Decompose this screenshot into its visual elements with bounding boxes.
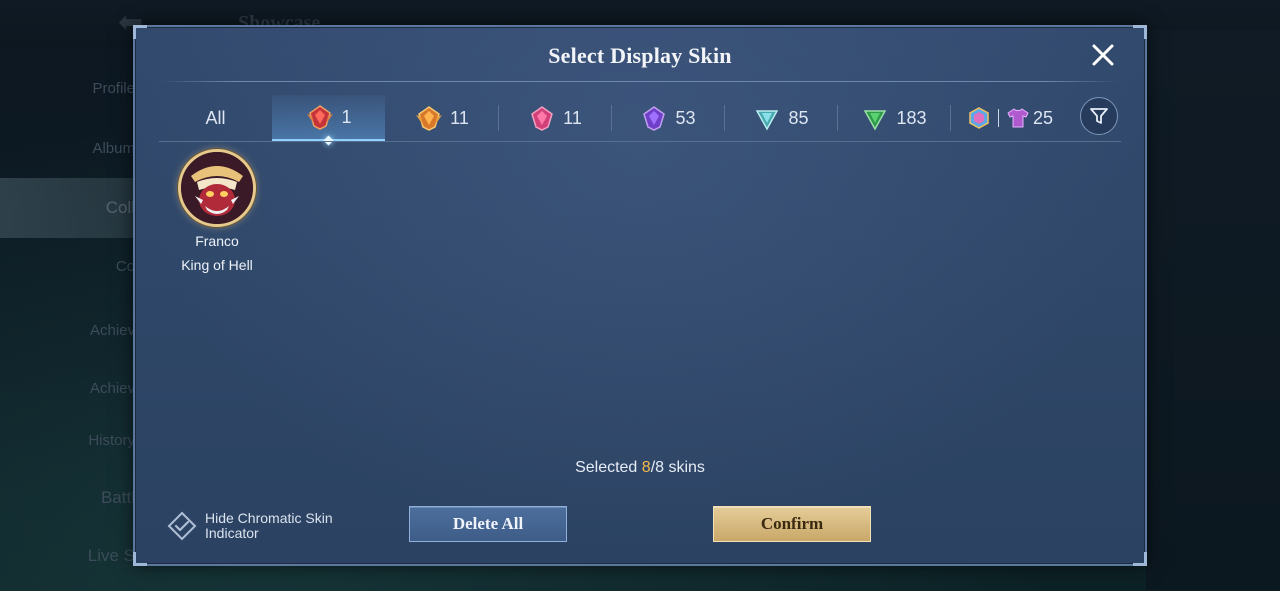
bg-sidebar-item: Battl <box>100 488 135 507</box>
tier-red-gem-icon <box>307 105 334 130</box>
tab-all[interactable]: All <box>159 95 272 141</box>
corner-ornament <box>133 25 147 39</box>
delete-all-button[interactable]: Delete All <box>409 506 567 542</box>
tab-tier-pink[interactable]: 11 <box>498 95 611 141</box>
shirt-icon <box>1007 108 1029 128</box>
tier-orange-gem-icon <box>416 106 443 131</box>
background-sidebar: Profile Album Coll Co Achiev Achiev Hist… <box>0 60 135 591</box>
tab-tier-teal[interactable]: 85 <box>724 95 837 141</box>
tab-count: 183 <box>896 107 927 128</box>
tier-purple-gem-icon <box>643 106 666 131</box>
skin-name: King of Hell <box>181 257 253 273</box>
tier-teal-gem-icon <box>756 110 779 131</box>
bg-sidebar-item: Album <box>92 140 135 157</box>
filter-button[interactable] <box>1080 97 1118 135</box>
selected-count: 8 <box>641 459 651 476</box>
corner-ornament <box>1133 552 1147 566</box>
tab-count: 1 <box>341 106 352 127</box>
dialog-title: Select Display Skin <box>548 43 732 68</box>
tier-special-icon <box>969 107 989 129</box>
selected-count-text: Selected 8/8 skins <box>135 459 1145 477</box>
select-display-skin-dialog: Select Display Skin All 1 11 11 53 85 18… <box>133 25 1147 566</box>
checkbox-diamond-icon <box>167 511 197 541</box>
filter-icon <box>1090 108 1108 124</box>
bg-sidebar-item: Achiev <box>89 322 135 339</box>
bg-sidebar-item: Live S <box>87 546 135 565</box>
bg-sidebar-item: History <box>88 432 135 449</box>
skin-hero-name: Franco <box>195 233 239 249</box>
tab-tier-green[interactable]: 183 <box>837 95 950 141</box>
skin-card[interactable]: Franco King of Hell <box>169 149 265 279</box>
close-button[interactable] <box>1089 41 1117 69</box>
tab-tier-special[interactable]: 25 <box>950 95 1071 141</box>
tab-count: 53 <box>675 107 696 128</box>
close-icon <box>1092 44 1114 66</box>
tier-pink-gem-icon <box>531 106 554 131</box>
background-right-panel <box>1146 30 1280 590</box>
tab-count: 11 <box>450 107 469 128</box>
selected-prefix: Selected <box>575 459 642 476</box>
tab-tier-purple[interactable]: 53 <box>611 95 724 141</box>
confirm-button[interactable]: Confirm <box>713 506 871 542</box>
tabs-divider <box>159 141 1121 142</box>
separator <box>997 109 999 127</box>
corner-ornament <box>133 552 147 566</box>
bg-sidebar-item: Profile <box>92 80 135 97</box>
bg-sidebar-item: Co <box>115 258 135 275</box>
hide-chromatic-toggle[interactable]: Hide Chromatic Skin Indicator <box>167 510 355 542</box>
selected-suffix: /8 skins <box>650 459 705 476</box>
hide-chromatic-label: Hide Chromatic Skin Indicator <box>205 510 333 541</box>
tab-tier-orange[interactable]: 11 <box>385 95 498 141</box>
tier-green-gem-icon <box>864 110 887 131</box>
tier-filter-tabs: All 1 11 11 53 85 183 25 <box>159 95 1089 141</box>
tab-count: 85 <box>788 107 809 128</box>
hero-portrait <box>181 152 253 224</box>
bg-sidebar-item: Achiev <box>89 380 135 397</box>
tab-count: 11 <box>563 107 582 128</box>
tab-count: 25 <box>1032 107 1054 128</box>
tab-tier-red[interactable]: 1 <box>272 95 385 141</box>
bg-sidebar-item: Coll <box>0 178 135 238</box>
title-divider <box>159 81 1121 82</box>
tab-label: All <box>205 107 226 128</box>
franco-avatar-icon <box>178 149 256 227</box>
corner-ornament <box>1133 25 1147 39</box>
